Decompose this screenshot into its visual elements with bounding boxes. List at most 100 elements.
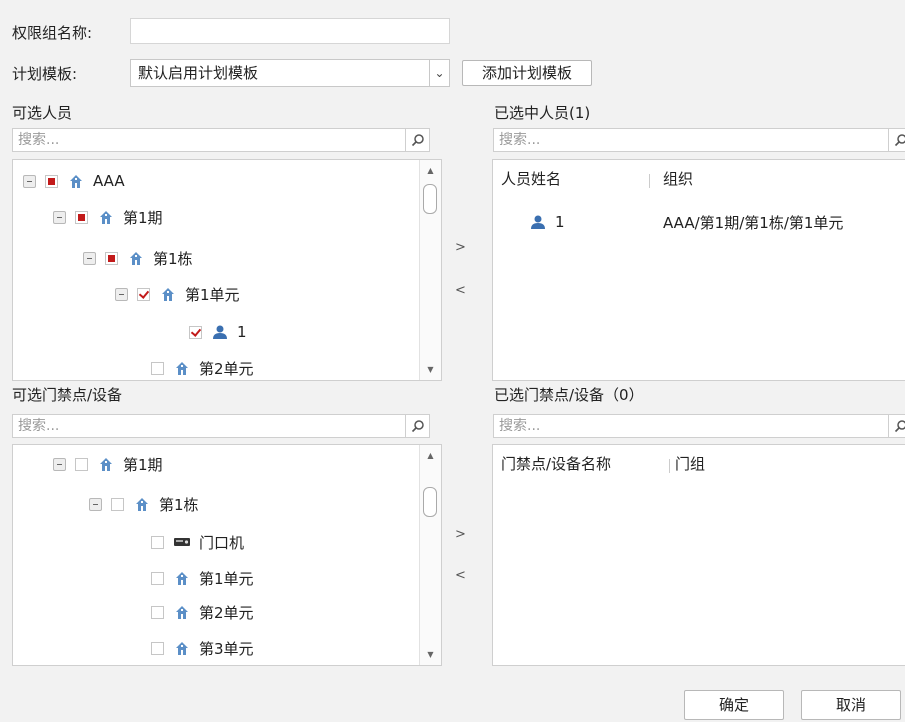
building-icon: [67, 172, 85, 190]
checkbox-unchecked[interactable]: [151, 605, 164, 619]
tree-node-phase1[interactable]: 第1期: [43, 200, 163, 234]
scroll-up-icon[interactable]: ▲: [420, 166, 441, 175]
checkbox-unchecked[interactable]: [151, 641, 164, 655]
selected-person-search-input[interactable]: 搜索...: [499, 130, 540, 150]
tree-node-label: 第1单元: [199, 569, 254, 588]
collapse-icon[interactable]: [83, 251, 96, 265]
remove-device-button[interactable]: <: [455, 568, 466, 583]
checkbox-partial[interactable]: [105, 251, 118, 265]
scroll-down-icon[interactable]: ▼: [420, 365, 441, 374]
column-header-name[interactable]: 人员姓名: [501, 160, 561, 198]
tree-node-label: 第3单元: [199, 639, 254, 658]
group-name-input[interactable]: [130, 18, 450, 44]
scroll-thumb[interactable]: [423, 184, 437, 214]
collapse-icon[interactable]: [89, 497, 102, 511]
available-devices-title: 可选门禁点/设备: [12, 386, 123, 404]
person-tree-scrollbar[interactable]: ▲ ▼: [419, 160, 441, 380]
tree-node-building1[interactable]: 第1栋: [73, 241, 193, 275]
scroll-up-icon[interactable]: ▲: [420, 451, 441, 460]
building-icon: [173, 359, 191, 377]
schedule-template-select[interactable]: 默认启用计划模板 ⌄: [130, 59, 450, 87]
collapse-icon[interactable]: [23, 174, 36, 188]
column-header-device-name[interactable]: 门禁点/设备名称: [501, 445, 611, 483]
cell-name: 1: [555, 213, 565, 231]
scroll-thumb[interactable]: [423, 487, 437, 517]
device-search-input[interactable]: 搜索...: [18, 416, 59, 436]
device-tree-scrollbar[interactable]: ▲ ▼: [419, 445, 441, 665]
tree-node-person-1[interactable]: 1: [189, 315, 247, 349]
collapse-icon[interactable]: [53, 457, 66, 471]
building-icon: [97, 455, 115, 473]
checkbox-unchecked[interactable]: [151, 535, 164, 549]
tree-node-label: AAA: [93, 172, 125, 190]
schedule-label: 计划模板:: [12, 65, 78, 83]
schedule-selected-value: 默认启用计划模板: [138, 64, 259, 82]
building-icon: [173, 603, 191, 621]
checkbox-unchecked[interactable]: [151, 361, 164, 375]
chevron-down-icon[interactable]: ⌄: [429, 60, 449, 86]
selected-device-search-input[interactable]: 搜索...: [499, 416, 540, 436]
person-icon: [529, 213, 547, 231]
tree-node-unit2[interactable]: 第2单元: [151, 351, 254, 380]
table-row[interactable]: 1 AAA/第1期/第1栋/第1单元: [529, 205, 905, 239]
building-icon: [173, 569, 191, 587]
cancel-button[interactable]: 取消: [801, 690, 901, 720]
search-icon[interactable]: [405, 415, 429, 437]
selected-persons-title: 已选中人员(1): [494, 104, 591, 122]
column-header-door-group[interactable]: 门组: [675, 445, 705, 483]
device-search-box[interactable]: 搜索...: [12, 414, 430, 438]
column-header-org[interactable]: 组织: [663, 160, 693, 198]
checkbox-partial[interactable]: [45, 174, 58, 188]
checkbox-checked[interactable]: [137, 287, 150, 301]
column-divider: [649, 174, 650, 188]
add-person-button[interactable]: >: [455, 240, 466, 255]
tree-node-unit2[interactable]: 第2单元: [151, 595, 254, 629]
building-icon: [159, 285, 177, 303]
tree-node-label: 第2单元: [199, 359, 254, 378]
ok-button[interactable]: 确定: [684, 690, 784, 720]
tree-node-label: 第1期: [123, 208, 163, 227]
checkbox-checked[interactable]: [189, 325, 202, 339]
tree-node-label: 第1单元: [185, 285, 240, 304]
device-tree[interactable]: 第1期 第1栋 门口机 第1单元 第2单元 第3单元 ▲ ▼: [12, 444, 442, 666]
checkbox-unchecked[interactable]: [75, 457, 88, 471]
tree-node-label: 第1栋: [159, 495, 199, 514]
selected-person-search-box[interactable]: 搜索...: [493, 128, 905, 152]
tree-node-unit1[interactable]: 第1单元: [105, 277, 240, 311]
person-icon: [211, 323, 229, 341]
collapse-icon[interactable]: [115, 287, 128, 301]
selected-devices-title: 已选门禁点/设备（0）: [494, 386, 644, 404]
checkbox-unchecked[interactable]: [111, 497, 124, 511]
tree-node-building1[interactable]: 第1栋: [89, 487, 199, 521]
scroll-down-icon[interactable]: ▼: [420, 650, 441, 659]
checkbox-unchecked[interactable]: [151, 571, 164, 585]
add-device-button[interactable]: >: [455, 527, 466, 542]
tree-node-unit1[interactable]: 第1单元: [151, 561, 254, 595]
tree-node-door-station[interactable]: 门口机: [151, 525, 244, 559]
tree-node-unit3[interactable]: 第3单元: [151, 631, 254, 665]
door-station-icon: [173, 533, 191, 551]
tree-node-label: 第1栋: [153, 249, 193, 268]
selected-device-search-box[interactable]: 搜索...: [493, 414, 905, 438]
tree-node-label: 1: [237, 323, 247, 341]
person-search-box[interactable]: 搜索...: [12, 128, 430, 152]
checkbox-partial[interactable]: [75, 210, 88, 224]
tree-node-phase1[interactable]: 第1期: [53, 447, 163, 481]
search-icon[interactable]: [888, 129, 905, 151]
tree-node-aaa[interactable]: AAA: [13, 164, 125, 198]
available-persons-title: 可选人员: [12, 104, 73, 122]
person-search-input[interactable]: 搜索...: [18, 130, 59, 150]
search-icon[interactable]: [888, 415, 905, 437]
person-tree[interactable]: AAA 第1期 第1栋 第1单元 1 第2单元 ▲ ▼: [12, 159, 442, 381]
search-icon[interactable]: [405, 129, 429, 151]
collapse-icon[interactable]: [53, 210, 66, 224]
building-icon: [173, 639, 191, 657]
add-schedule-template-button[interactable]: 添加计划模板: [462, 60, 592, 86]
remove-person-button[interactable]: <: [455, 283, 466, 298]
tree-node-label: 门口机: [199, 533, 245, 552]
column-divider: [669, 459, 670, 473]
selected-person-table: 人员姓名 组织 1 AAA/第1期/第1栋/第1单元: [492, 159, 905, 381]
building-icon: [127, 249, 145, 267]
tree-node-label: 第2单元: [199, 603, 254, 622]
building-icon: [97, 208, 115, 226]
